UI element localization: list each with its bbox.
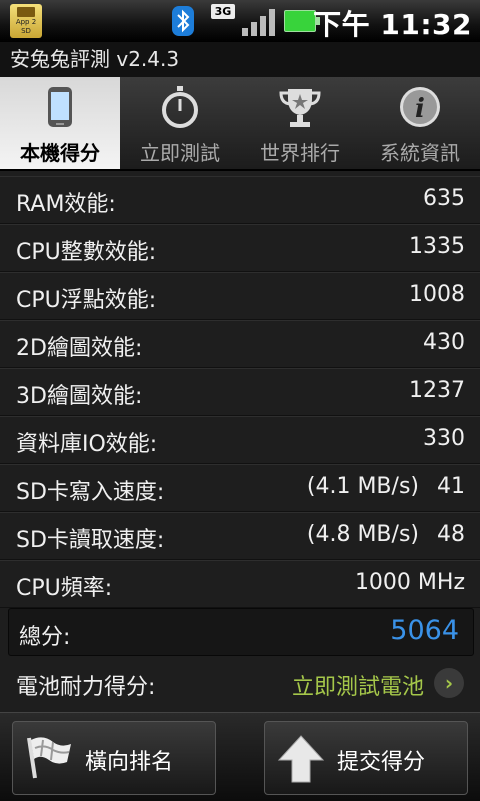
score-label: SD卡讀取速度:	[16, 528, 165, 553]
status-bar: App 2 SD 3G 下午 11:32	[0, 0, 480, 42]
chevron-right-icon[interactable]: ›	[434, 668, 464, 698]
clock: 下午 11:32	[313, 8, 472, 41]
submit-score-button[interactable]: 提交得分	[264, 721, 468, 795]
app2sd-icon: App 2 SD	[10, 4, 42, 38]
sd-read-score: 48	[437, 522, 465, 547]
battery-score-row: 電池耐力得分: 立即測試電池 ›	[0, 660, 480, 708]
tab-label: 立即測試	[140, 141, 220, 165]
score-row-cpu-int: CPU整數效能: 1335	[0, 224, 480, 272]
info-icon: i	[400, 87, 440, 127]
phone-icon	[48, 87, 72, 127]
score-row-db-io: 資料庫IO效能: 330	[0, 416, 480, 464]
trophy-icon	[279, 89, 321, 127]
app-title: 安兔兔評測 v2.4.3	[0, 42, 480, 77]
sd-read-speed: (4.8 MB/s)	[306, 522, 419, 547]
score-value: 1335	[409, 234, 465, 259]
bluetooth-icon	[172, 6, 194, 36]
score-row-2d: 2D繪圖效能: 430	[0, 320, 480, 368]
score-label: CPU整數效能:	[16, 240, 157, 265]
score-label: 資料庫IO效能:	[16, 432, 158, 457]
battery-icon	[284, 10, 320, 32]
sd-write-score: 41	[437, 474, 465, 499]
svg-text:i: i	[415, 94, 425, 124]
stopwatch-icon	[162, 86, 198, 128]
tab-label: 系統資訊	[380, 141, 460, 165]
landscape-ranking-button[interactable]: 橫向排名	[12, 721, 216, 795]
tab-bar: 本機得分 立即測試 世界排行 i 系統資訊	[0, 77, 480, 171]
bottom-bar: 橫向排名 提交得分	[0, 712, 480, 801]
score-row-sd-read: SD卡讀取速度: (4.8 MB/s) 48	[0, 512, 480, 560]
score-label: 3D繪圖效能:	[16, 384, 143, 409]
score-row-cpu-float: CPU浮點效能: 1008	[0, 272, 480, 320]
score-value: 430	[423, 330, 465, 355]
sd-write-speed: (4.1 MB/s)	[306, 474, 419, 499]
score-label: CPU浮點效能:	[16, 288, 157, 313]
score-row-3d: 3D繪圖效能: 1237	[0, 368, 480, 416]
button-label: 橫向排名	[85, 750, 174, 775]
total-value: 5064	[390, 615, 459, 646]
score-label: SD卡寫入速度:	[16, 480, 165, 505]
battery-label: 電池耐力得分:	[16, 675, 156, 700]
score-label: RAM效能:	[16, 192, 116, 217]
app2sd-text: App 2	[15, 18, 37, 26]
flag-icon	[27, 737, 71, 779]
score-value: 1008	[409, 282, 465, 307]
score-row-cpu-freq: CPU頻率: 1000 MHz	[0, 560, 480, 608]
tab-test-now[interactable]: 立即測試	[120, 77, 240, 169]
score-row-sd-write: SD卡寫入速度: (4.1 MB/s) 41	[0, 464, 480, 512]
score-label: 2D繪圖效能:	[16, 336, 143, 361]
score-value: (4.8 MB/s) 48	[307, 522, 465, 547]
tab-world-ranking[interactable]: 世界排行	[240, 77, 360, 169]
score-row-ram: RAM效能: 635	[0, 176, 480, 224]
score-value: 635	[423, 186, 465, 211]
score-value: (4.1 MB/s) 41	[307, 474, 465, 499]
score-value: 1237	[409, 378, 465, 403]
3g-icon: 3G	[211, 4, 235, 19]
tab-label: 本機得分	[20, 141, 100, 165]
app2sd-sd-text: SD	[21, 27, 31, 35]
button-label: 提交得分	[337, 750, 426, 775]
tab-label: 世界排行	[260, 141, 340, 165]
total-label: 總分:	[19, 625, 71, 650]
battery-test-link[interactable]: 立即測試電池	[292, 669, 424, 701]
tab-local-score[interactable]: 本機得分	[0, 77, 120, 169]
up-arrow-icon	[277, 735, 325, 783]
score-value: 1000 MHz	[354, 570, 465, 595]
total-score-box: 總分: 5064	[8, 608, 474, 656]
signal-icon	[242, 8, 278, 36]
score-value: 330	[423, 426, 465, 451]
tab-system-info[interactable]: i 系統資訊	[360, 77, 480, 169]
score-label: CPU頻率:	[16, 576, 113, 601]
